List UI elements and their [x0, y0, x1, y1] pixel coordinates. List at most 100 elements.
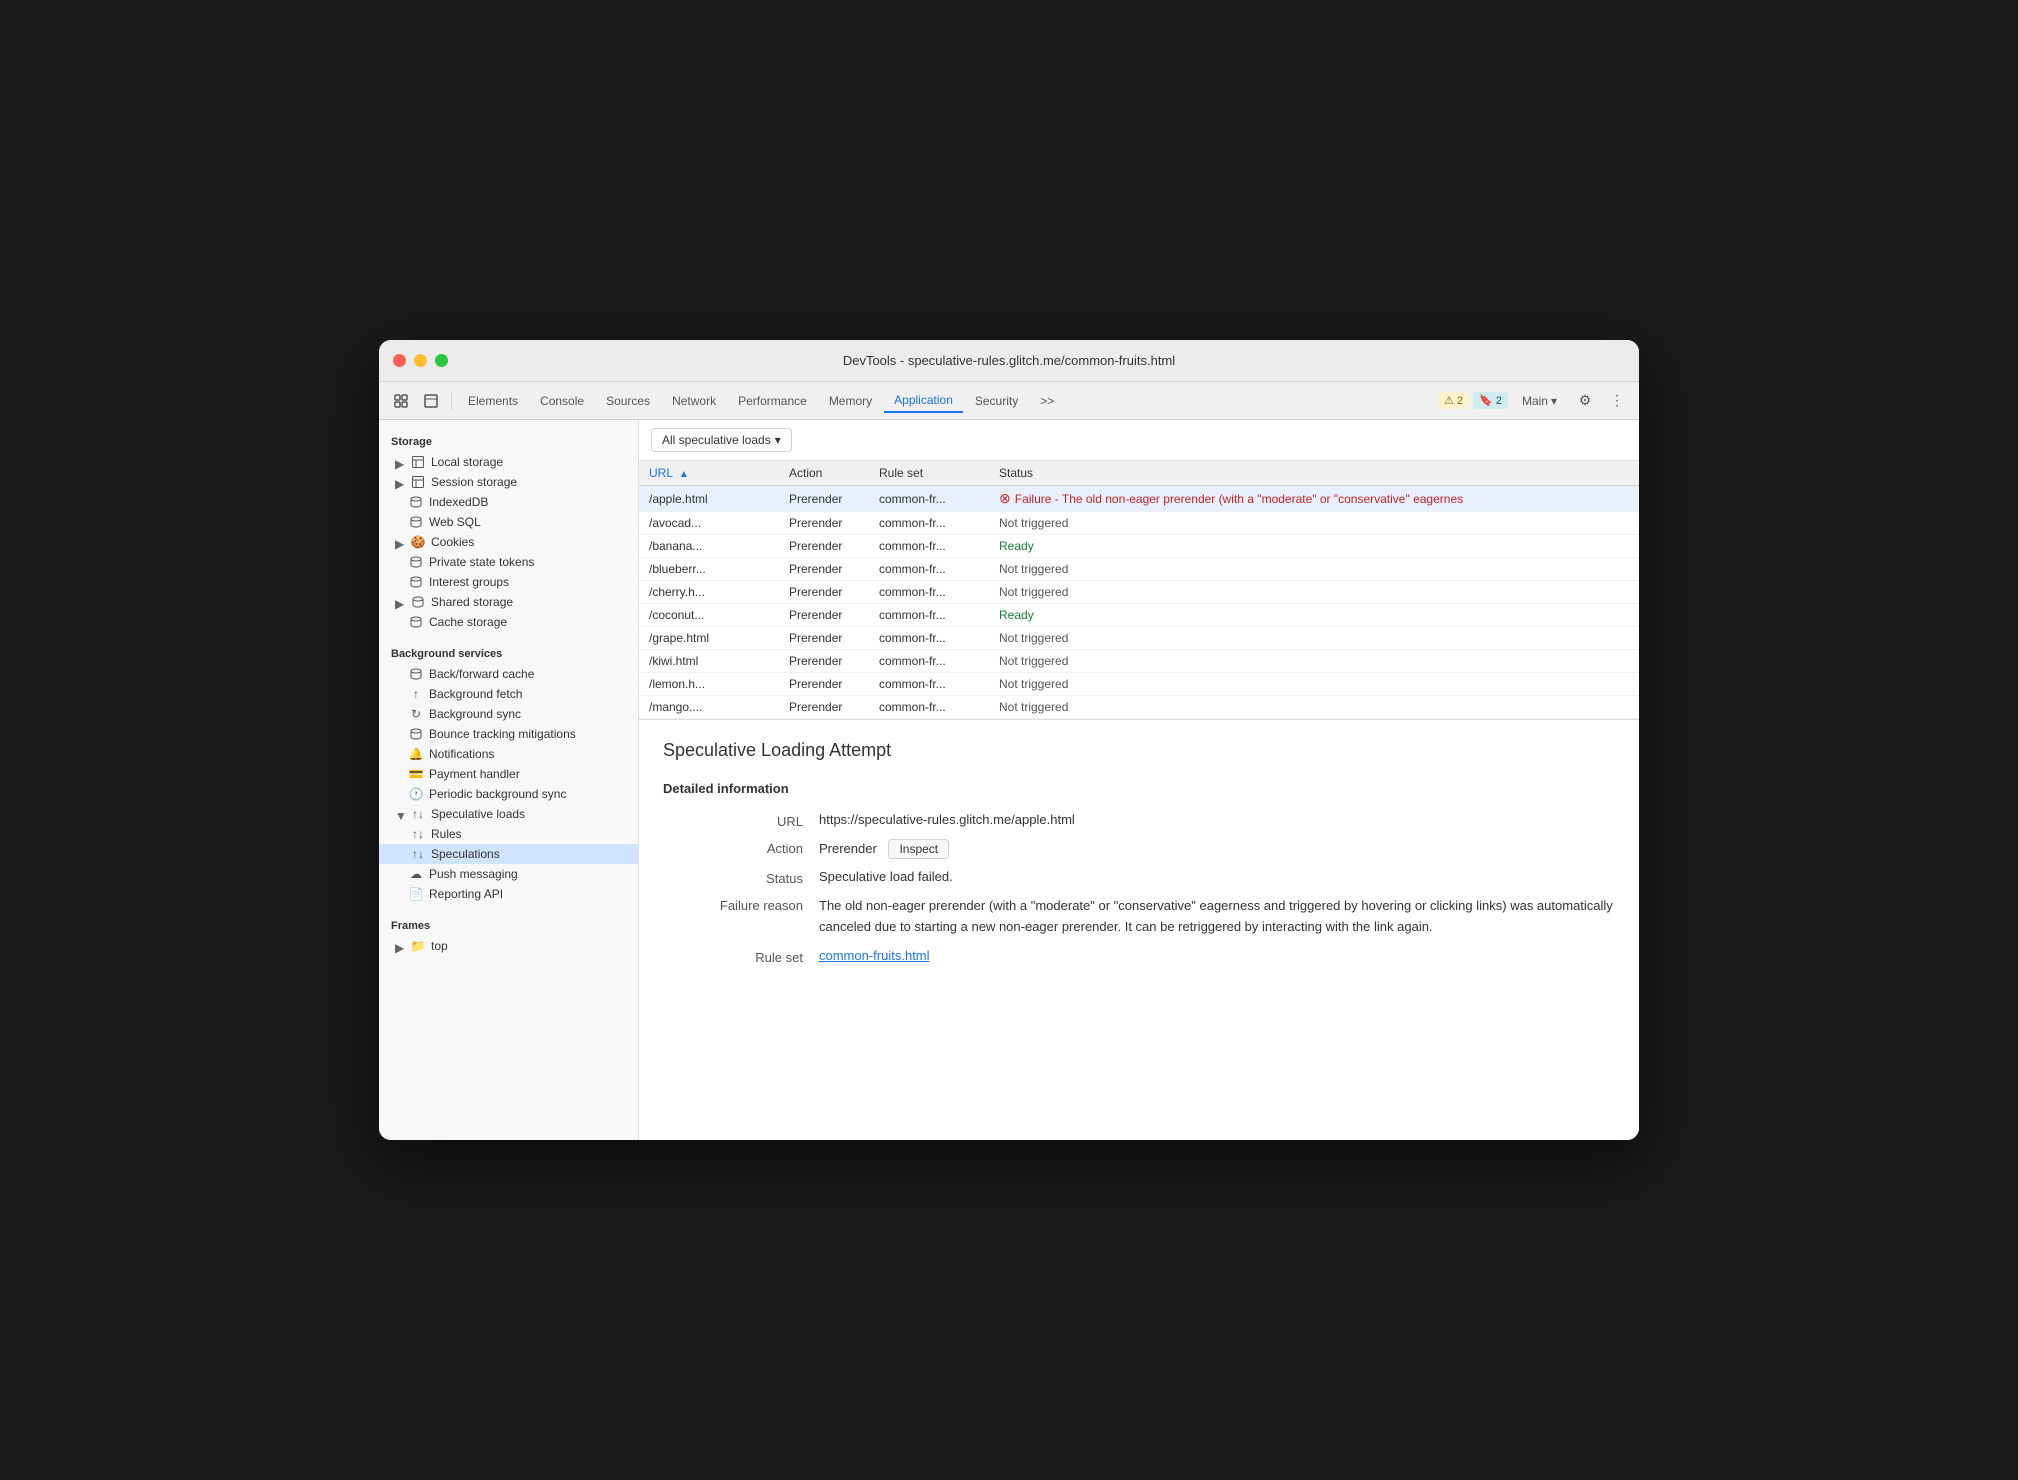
table-row[interactable]: /coconut...Prerendercommon-fr...Ready	[639, 604, 1639, 627]
sidebar-item-payment-handler[interactable]: 💳 Payment handler	[379, 764, 638, 784]
cell-action: Prerender	[779, 696, 869, 719]
sidebar-item-cache-storage[interactable]: Cache storage	[379, 612, 638, 632]
speculative-loads-table: URL ▲ Action Rule set Status /apple.html…	[639, 461, 1639, 719]
cursor-tool-icon[interactable]	[387, 387, 415, 415]
chevron-down-icon: ▾	[1551, 394, 1557, 408]
cell-action: Prerender	[779, 604, 869, 627]
sidebar-item-periodic-bg-sync[interactable]: 🕐 Periodic background sync	[379, 784, 638, 804]
tab-performance[interactable]: Performance	[728, 390, 817, 412]
cell-ruleset: common-fr...	[869, 512, 989, 535]
cell-status: Not triggered	[989, 558, 1639, 581]
url-label: URL	[663, 812, 803, 829]
tab-application[interactable]: Application	[884, 389, 963, 413]
sidebar-item-label: Background fetch	[429, 687, 522, 701]
table-row[interactable]: /lemon.h...Prerendercommon-fr...Not trig…	[639, 673, 1639, 696]
failure-label: Failure reason	[663, 896, 803, 938]
table-row[interactable]: /blueberr...Prerendercommon-fr...Not tri…	[639, 558, 1639, 581]
main-dropdown[interactable]: Main ▾	[1512, 390, 1567, 412]
cell-url: /blueberr...	[639, 558, 779, 581]
cell-status: Not triggered	[989, 627, 1639, 650]
cell-status: Not triggered	[989, 673, 1639, 696]
chevron-right-icon: ▶	[395, 457, 405, 467]
cell-action: Prerender	[779, 673, 869, 696]
sidebar-item-speculations[interactable]: ↑↓ Speculations	[379, 844, 638, 864]
cell-url: /banana...	[639, 535, 779, 558]
sidebar-item-background-sync[interactable]: ↻ Background sync	[379, 704, 638, 724]
sidebar-item-rules[interactable]: ↑↓ Rules	[379, 824, 638, 844]
col-header-ruleset[interactable]: Rule set	[869, 461, 989, 486]
bg-services-section-header: Background services	[379, 640, 638, 664]
tab-security[interactable]: Security	[965, 390, 1028, 412]
not-triggered-status: Not triggered	[999, 654, 1068, 668]
table-row[interactable]: /cherry.h...Prerendercommon-fr...Not tri…	[639, 581, 1639, 604]
failure-value: The old non-eager prerender (with a "mod…	[819, 896, 1615, 938]
filter-button[interactable]: All speculative loads ▾	[651, 428, 792, 452]
sidebar-item-speculative-loads[interactable]: ▼ ↑↓ Speculative loads	[379, 804, 638, 824]
sidebar-item-push-messaging[interactable]: ☁ Push messaging	[379, 864, 638, 884]
sidebar-item-web-sql[interactable]: Web SQL	[379, 512, 638, 532]
inspect-button[interactable]: Inspect	[888, 839, 949, 859]
cell-action: Prerender	[779, 627, 869, 650]
toolbar: Elements Console Sources Network Perform…	[379, 382, 1639, 420]
warning-badge[interactable]: ⚠ 2	[1438, 392, 1469, 409]
table-row[interactable]: /kiwi.htmlPrerendercommon-fr...Not trigg…	[639, 650, 1639, 673]
table-icon	[411, 455, 425, 469]
cell-url: /cherry.h...	[639, 581, 779, 604]
sidebar-item-cookies[interactable]: ▶ 🍪 Cookies	[379, 532, 638, 552]
cell-ruleset: common-fr...	[869, 650, 989, 673]
table-row[interactable]: /grape.htmlPrerendercommon-fr...Not trig…	[639, 627, 1639, 650]
minimize-button[interactable]	[414, 354, 427, 367]
maximize-button[interactable]	[435, 354, 448, 367]
not-triggered-status: Not triggered	[999, 631, 1068, 645]
sidebar-item-indexeddb[interactable]: IndexedDB	[379, 492, 638, 512]
sidebar-item-notifications[interactable]: 🔔 Notifications	[379, 744, 638, 764]
toolbar-divider-1	[451, 392, 452, 410]
doc-icon: 📄	[409, 887, 423, 901]
sidebar-item-shared-storage[interactable]: ▶ Shared storage	[379, 592, 638, 612]
tab-sources[interactable]: Sources	[596, 390, 660, 412]
sidebar-item-label: Reporting API	[429, 887, 503, 901]
inspect-element-icon[interactable]	[417, 387, 445, 415]
tab-console[interactable]: Console	[530, 390, 594, 412]
sidebar-item-bounce-tracking[interactable]: Bounce tracking mitigations	[379, 724, 638, 744]
tab-network[interactable]: Network	[662, 390, 726, 412]
table-row[interactable]: /apple.htmlPrerendercommon-fr...⊗Failure…	[639, 486, 1639, 512]
sidebar-item-label: Notifications	[429, 747, 494, 761]
db-icon	[411, 595, 425, 609]
sidebar-item-interest-groups[interactable]: Interest groups	[379, 572, 638, 592]
close-button[interactable]	[393, 354, 406, 367]
sidebar-item-private-state-tokens[interactable]: Private state tokens	[379, 552, 638, 572]
sidebar-item-reporting-api[interactable]: 📄 Reporting API	[379, 884, 638, 904]
info-badge[interactable]: 🔖 2	[1473, 392, 1508, 409]
table-row[interactable]: /avocad...Prerendercommon-fr...Not trigg…	[639, 512, 1639, 535]
ruleset-link[interactable]: common-fruits.html	[819, 948, 930, 963]
action-label: Action	[663, 839, 803, 859]
table-row[interactable]: /banana...Prerendercommon-fr...Ready	[639, 535, 1639, 558]
db-icon	[409, 575, 423, 589]
filter-label: All speculative loads	[662, 433, 771, 447]
sidebar-item-label: Payment handler	[429, 767, 520, 781]
more-options-icon[interactable]: ⋮	[1603, 387, 1631, 415]
cell-url: /kiwi.html	[639, 650, 779, 673]
tab-elements[interactable]: Elements	[458, 390, 528, 412]
tab-more[interactable]: >>	[1030, 390, 1064, 412]
sidebar-item-top[interactable]: ▶ 📁 top	[379, 936, 638, 956]
cell-status: Ready	[989, 604, 1639, 627]
sidebar-item-label: Session storage	[431, 475, 517, 489]
title-bar: DevTools - speculative-rules.glitch.me/c…	[379, 340, 1639, 382]
tab-memory[interactable]: Memory	[819, 390, 882, 412]
chevron-right-icon: ▶	[395, 941, 405, 951]
sidebar-item-back-forward-cache[interactable]: Back/forward cache	[379, 664, 638, 684]
db-icon	[409, 555, 423, 569]
cell-url: /lemon.h...	[639, 673, 779, 696]
sidebar-item-local-storage[interactable]: ▶ Local storage	[379, 452, 638, 472]
settings-icon[interactable]: ⚙	[1571, 387, 1599, 415]
col-header-url[interactable]: URL ▲	[639, 461, 779, 486]
cell-action: Prerender	[779, 581, 869, 604]
sidebar-item-session-storage[interactable]: ▶ Session storage	[379, 472, 638, 492]
sidebar-item-background-fetch[interactable]: ↑ Background fetch	[379, 684, 638, 704]
table-row[interactable]: /mango....Prerendercommon-fr...Not trigg…	[639, 696, 1639, 719]
col-header-status[interactable]: Status	[989, 461, 1639, 486]
col-header-action[interactable]: Action	[779, 461, 869, 486]
sidebar-item-label: Speculations	[431, 847, 500, 861]
